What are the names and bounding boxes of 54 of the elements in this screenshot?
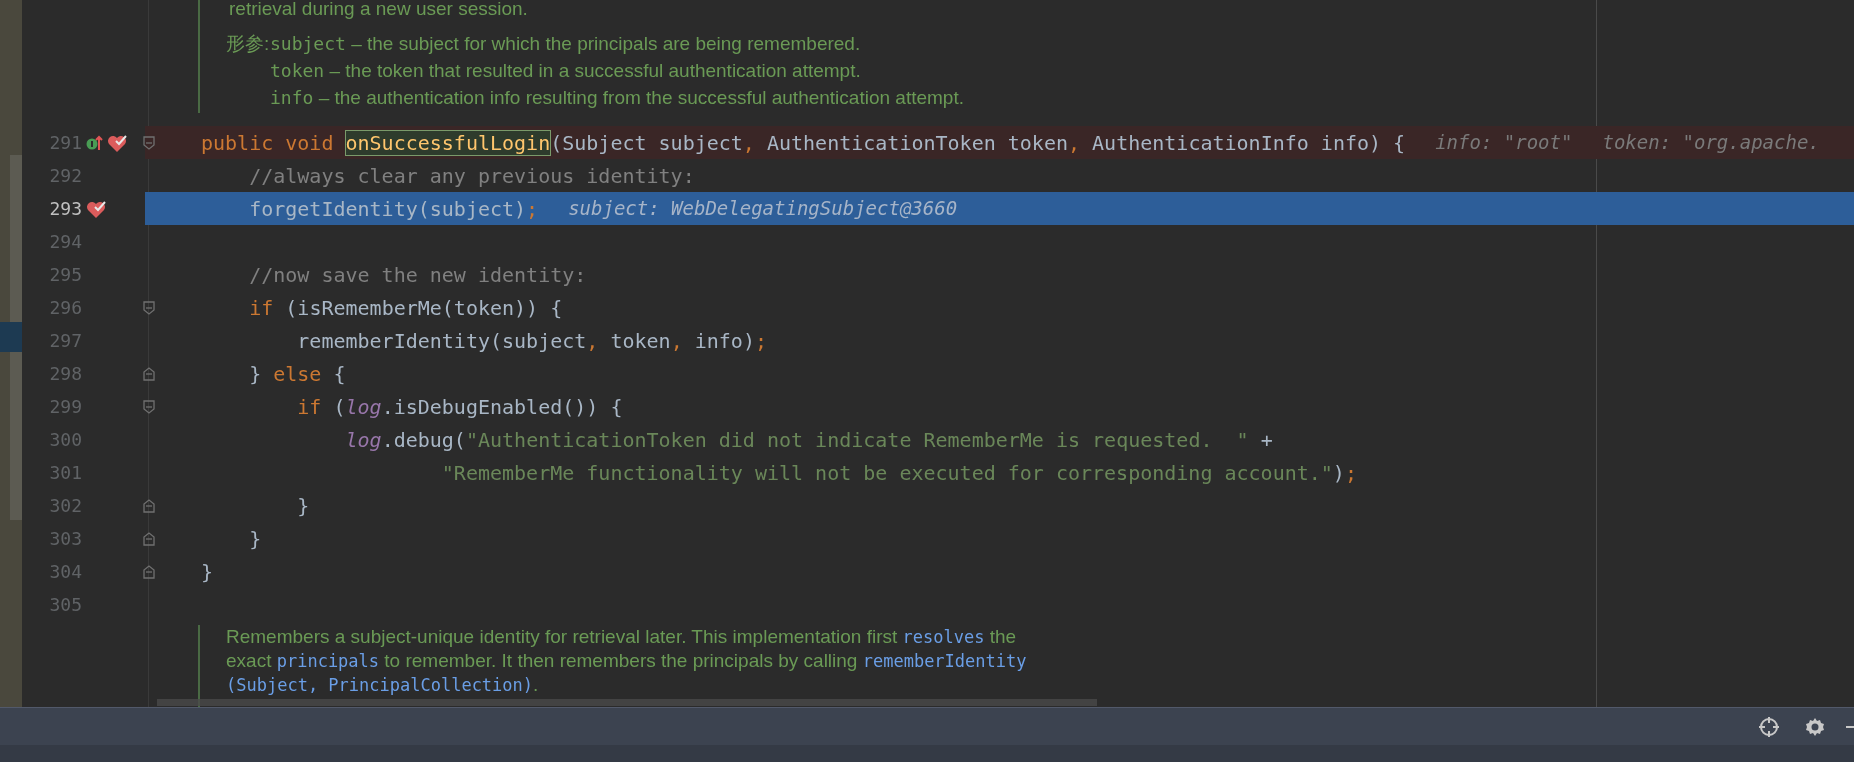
fold-marker-icon[interactable] [143, 532, 155, 546]
line-number: 300 [48, 428, 82, 452]
code-line: //always clear any previous identity: [248, 162, 695, 190]
code-line: public void onSuccessfulLogin(Subject subject, AuthenticationToken token, AuthenticationInfo info) { [201, 129, 1406, 157]
fold-marker-icon[interactable] [143, 301, 155, 315]
code-line: } [201, 558, 214, 586]
doc-link[interactable]: (Subject, PrincipalCollection) [226, 675, 534, 695]
doc-text: token – the token that resulted in a successful authentication attempt. [270, 59, 861, 83]
line-number: 302 [48, 494, 82, 518]
code-line: "RememberMe functionality will not be executed for corresponding account."); [440, 459, 1357, 487]
line-number: 293 [48, 197, 82, 221]
line-number: 301 [48, 461, 82, 485]
horizontal-scrollbar[interactable] [157, 699, 1097, 706]
doc-text: subject – the subject for which the principals are being remembered. [270, 32, 861, 56]
line-number: 305 [48, 593, 82, 617]
code-line: log.debug("AuthenticationToken did not indicate RememberMe is requested. " + [344, 426, 1273, 454]
override-icon[interactable] [86, 133, 104, 152]
inline-value-hint: token: "org.apache. [1602, 130, 1820, 156]
code-line: forgetIdentity(subject); [248, 195, 539, 223]
doc-text: Remembers a subject-unique identity for retrieval later. This implementation first resolves the [226, 625, 1017, 649]
minimize-icon[interactable] [1846, 725, 1854, 728]
line-number: 295 [48, 263, 82, 287]
line-number: 296 [48, 296, 82, 320]
line-number: 304 [48, 560, 82, 584]
code-line: if (log.isDebugEnabled()) { [296, 393, 623, 421]
doc-link[interactable]: rememberIdentity [862, 651, 1027, 671]
code-line: rememberIdentity(subject, token, info); [296, 327, 767, 355]
fold-marker-icon[interactable] [143, 400, 155, 414]
inline-value-hint: subject: WebDelegatingSubject@3660 [568, 196, 958, 222]
line-number: 292 [48, 164, 82, 188]
fold-marker-icon[interactable] [143, 565, 155, 579]
line-number: 298 [48, 362, 82, 386]
fold-marker-icon[interactable] [143, 136, 155, 150]
line-number: 294 [48, 230, 82, 254]
code-line: } [296, 492, 310, 520]
fold-marker-icon[interactable] [143, 367, 155, 381]
doc-text: info – the authentication info resulting from the successful authentication attempt. [270, 86, 964, 110]
code-line: //now save the new identity: [248, 261, 587, 289]
crosshair-icon[interactable] [1758, 715, 1780, 738]
doc-text: retrieval during a new user session. [229, 0, 528, 21]
doc-text: exact principals to remember. It then remembers the principals by calling rememberIdentity [226, 649, 1027, 673]
fold-marker-icon[interactable] [143, 499, 155, 513]
line-number: 303 [48, 527, 82, 551]
inline-value-hint: info: "root" [1435, 130, 1573, 156]
param-label: 形参: [226, 32, 270, 56]
doc-link[interactable]: resolves [902, 627, 985, 647]
doc-link[interactable]: principals [276, 651, 380, 671]
line-number: 291 [48, 131, 82, 155]
code-line: } else { [248, 360, 346, 388]
code-line: } [248, 525, 262, 553]
line-number: 299 [48, 395, 82, 419]
line-number: 297 [48, 329, 82, 353]
code-line: if (isRememberMe(token)) { [248, 294, 563, 322]
doc-text: (Subject, PrincipalCollection). [226, 673, 539, 697]
